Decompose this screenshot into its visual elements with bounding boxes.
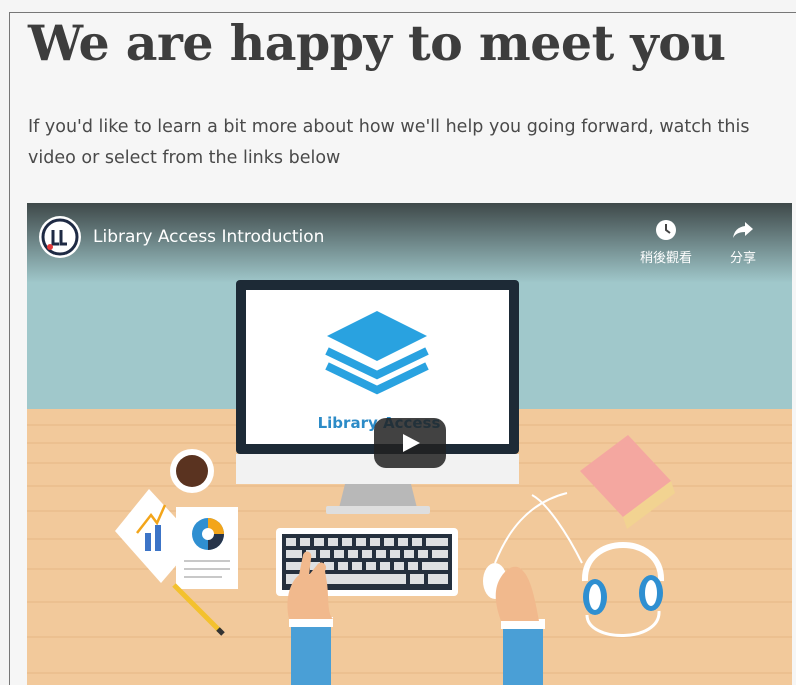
intro-text: If you'd like to learn a bit more about … <box>28 117 750 168</box>
clock-icon <box>656 220 676 240</box>
page-title: We are happy to meet you <box>28 14 726 72</box>
watch-later-button[interactable]: 稍後觀看 <box>634 219 698 266</box>
watch-later-label: 稍後觀看 <box>639 251 692 266</box>
share-arrow-icon <box>733 222 753 238</box>
video-player[interactable]: Library Access <box>27 203 792 685</box>
share-label: 分享 <box>729 251 756 266</box>
share-button[interactable]: 分享 <box>711 219 775 266</box>
play-button[interactable] <box>374 418 446 468</box>
channel-logo[interactable] <box>39 216 81 258</box>
play-icon <box>403 434 420 452</box>
channel-logo-icon <box>41 218 79 256</box>
video-title[interactable]: Library Access Introduction <box>93 227 324 247</box>
